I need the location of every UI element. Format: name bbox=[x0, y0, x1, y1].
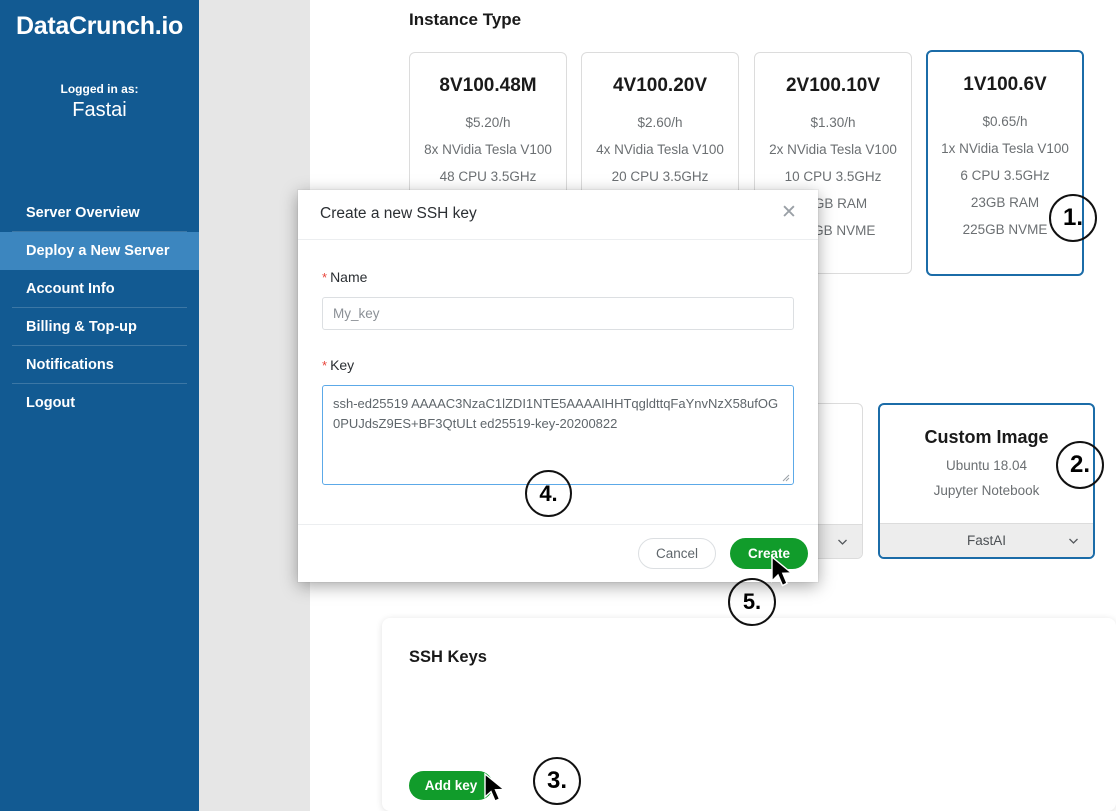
instance-card-price: $2.60/h bbox=[582, 115, 738, 130]
chevron-down-icon bbox=[1068, 535, 1079, 546]
ssh-key-value-textarea[interactable] bbox=[322, 385, 794, 485]
brand-logo: DataCrunch.io bbox=[0, 12, 199, 41]
callout-5: 5. bbox=[728, 578, 776, 626]
sidebar-nav: Server Overview Deploy a New Server Acco… bbox=[0, 194, 199, 422]
instance-type-heading: Instance Type bbox=[409, 10, 521, 30]
instance-card-cpu: 48 CPU 3.5GHz bbox=[410, 169, 566, 184]
instance-card-name: 2V100.10V bbox=[755, 75, 911, 97]
instance-card-gpu: 1x NVidia Tesla V100 bbox=[928, 141, 1082, 156]
instance-card-gpu: 2x NVidia Tesla V100 bbox=[755, 142, 911, 157]
ssh-key-name-input[interactable] bbox=[322, 297, 794, 330]
instance-card-gpu: 8x NVidia Tesla V100 bbox=[410, 142, 566, 157]
sidebar-item-label: Notifications bbox=[26, 357, 114, 373]
instance-card-name: 1V100.6V bbox=[928, 74, 1082, 96]
callout-2: 2. bbox=[1056, 441, 1104, 489]
logged-in-label: Logged in as: bbox=[0, 82, 199, 96]
sidebar-item-label: Deploy a New Server bbox=[26, 243, 169, 259]
callout-3: 3. bbox=[533, 757, 581, 805]
name-field-label: *Name bbox=[322, 269, 367, 285]
sidebar-item-label: Account Info bbox=[26, 281, 115, 297]
key-label-text: Key bbox=[330, 357, 354, 373]
instance-card-cpu: 6 CPU 3.5GHz bbox=[928, 168, 1082, 183]
callout-4: 4. bbox=[525, 470, 572, 517]
instance-card-cpu: 20 CPU 3.5GHz bbox=[582, 169, 738, 184]
create-button[interactable]: Create bbox=[730, 538, 808, 569]
sidebar-item-label: Billing & Top-up bbox=[26, 319, 137, 335]
sidebar-item-label: Server Overview bbox=[26, 205, 140, 221]
name-label-text: Name bbox=[330, 269, 367, 285]
custom-image-select[interactable]: FastAI bbox=[880, 523, 1093, 557]
instance-card-price: $1.30/h bbox=[755, 115, 911, 130]
sidebar-item-account-info[interactable]: Account Info bbox=[0, 270, 199, 308]
instance-card-cpu: 10 CPU 3.5GHz bbox=[755, 169, 911, 184]
instance-card-name: 8V100.48M bbox=[410, 75, 566, 97]
instance-card-price: $5.20/h bbox=[410, 115, 566, 130]
instance-card-name: 4V100.20V bbox=[582, 75, 738, 97]
custom-image-selected-option: FastAI bbox=[967, 533, 1006, 548]
sidebar: DataCrunch.io Logged in as: Fastai Serve… bbox=[0, 0, 199, 811]
required-marker: * bbox=[322, 358, 327, 373]
instance-card-gpu: 4x NVidia Tesla V100 bbox=[582, 142, 738, 157]
callout-1: 1. bbox=[1049, 194, 1097, 242]
app-root: DataCrunch.io Logged in as: Fastai Serve… bbox=[0, 0, 1116, 811]
modal-header: Create a new SSH key ✕ bbox=[298, 190, 818, 240]
sidebar-item-billing-top-up[interactable]: Billing & Top-up bbox=[0, 308, 199, 346]
sidebar-item-notifications[interactable]: Notifications bbox=[0, 346, 199, 384]
modal-footer: Cancel Create bbox=[298, 524, 818, 582]
create-ssh-key-modal: Create a new SSH key ✕ *Name *Key Cancel… bbox=[298, 190, 818, 582]
add-key-button[interactable]: Add key bbox=[409, 771, 493, 800]
modal-title: Create a new SSH key bbox=[320, 205, 477, 223]
ssh-keys-heading: SSH Keys bbox=[409, 648, 487, 667]
sidebar-item-label: Logout bbox=[26, 395, 75, 411]
custom-image-title: Custom Image bbox=[880, 427, 1093, 448]
cancel-button[interactable]: Cancel bbox=[638, 538, 716, 569]
close-icon[interactable]: ✕ bbox=[778, 202, 800, 224]
instance-card-price: $0.65/h bbox=[928, 114, 1082, 129]
custom-image-app: Jupyter Notebook bbox=[880, 483, 1093, 498]
key-field-label: *Key bbox=[322, 357, 354, 373]
logged-in-username: Fastai bbox=[0, 99, 199, 122]
sidebar-item-server-overview[interactable]: Server Overview bbox=[0, 194, 199, 232]
sidebar-item-deploy-a-new-server[interactable]: Deploy a New Server bbox=[0, 232, 199, 270]
chevron-down-icon bbox=[837, 536, 848, 547]
sidebar-item-logout[interactable]: Logout bbox=[0, 384, 199, 422]
required-marker: * bbox=[322, 270, 327, 285]
instance-card-1v100-selected[interactable]: 1V100.6V $0.65/h 1x NVidia Tesla V100 6 … bbox=[926, 50, 1084, 276]
